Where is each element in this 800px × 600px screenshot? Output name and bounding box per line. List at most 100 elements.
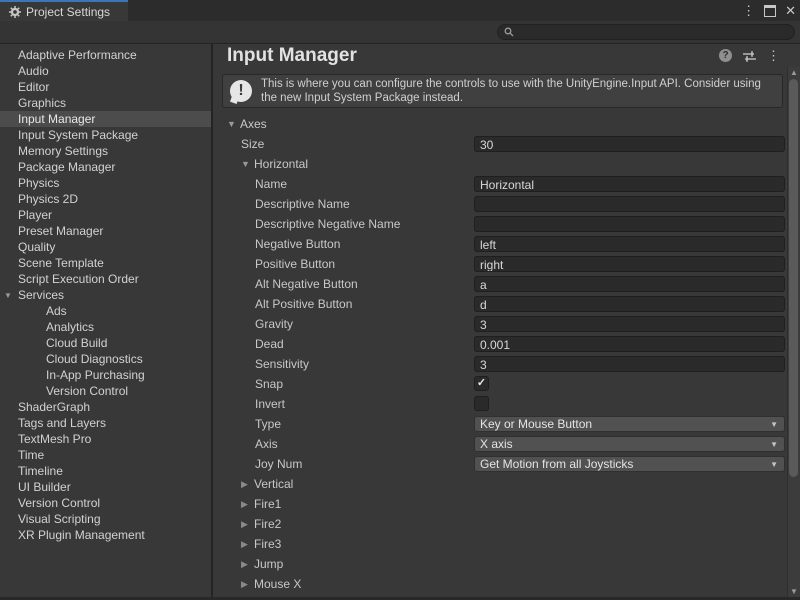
sidebar-item-textmesh-pro[interactable]: TextMesh Pro — [0, 431, 211, 447]
prop-label: Gravity — [255, 317, 293, 331]
sidebar-item-input-system-package[interactable]: Input System Package — [0, 127, 211, 143]
sidebar-item-editor[interactable]: Editor — [0, 79, 211, 95]
text-field-gravity[interactable]: 3 — [474, 316, 785, 332]
sidebar-item-version-control[interactable]: Version Control — [0, 495, 211, 511]
sidebar-item-time[interactable]: Time — [0, 447, 211, 463]
scroll-down-icon[interactable]: ▼ — [788, 587, 800, 596]
text-field-negative-button[interactable]: left — [474, 236, 785, 252]
sidebar-item-graphics[interactable]: Graphics — [0, 95, 211, 111]
sidebar-item-scene-template[interactable]: Scene Template — [0, 255, 211, 271]
text-field-descriptive-name[interactable] — [474, 196, 785, 212]
value-area: left — [474, 236, 785, 252]
tab-project-settings[interactable]: Project Settings — [0, 0, 128, 21]
sidebar-item-input-manager[interactable]: Input Manager — [0, 111, 211, 127]
maximize-icon[interactable] — [764, 5, 776, 17]
prop-label: Joy Num — [255, 457, 302, 471]
sidebar-item-label: ShaderGraph — [18, 400, 90, 414]
vertical-scrollbar[interactable]: ▲ ▼ — [787, 67, 800, 597]
row-type: TypeKey or Mouse Button▼ — [213, 414, 787, 434]
foldout-label[interactable]: Mouse X — [254, 577, 301, 591]
window-menu-icon[interactable]: ⋮ — [742, 4, 755, 17]
foldout-closed-icon[interactable]: ▶ — [241, 479, 250, 490]
foldout-label[interactable]: Fire2 — [254, 517, 281, 531]
sidebar-item-preset-manager[interactable]: Preset Manager — [0, 223, 211, 239]
dropdown-type[interactable]: Key or Mouse Button▼ — [474, 416, 785, 432]
sidebar-item-label: Memory Settings — [18, 144, 108, 158]
sidebar-item-tags-and-layers[interactable]: Tags and Layers — [0, 415, 211, 431]
prop-label: Size — [241, 137, 264, 151]
foldout-closed-icon[interactable]: ▶ — [241, 539, 250, 550]
sidebar-item-services[interactable]: ▼Services — [0, 287, 211, 303]
sidebar-item-script-execution-order[interactable]: Script Execution Order — [0, 271, 211, 287]
row-snap: Snap✓ — [213, 374, 787, 394]
sidebar-item-label: Physics 2D — [18, 192, 78, 206]
foldout-closed-icon[interactable]: ▶ — [241, 499, 250, 510]
text-field-alt-positive-button[interactable]: d — [474, 296, 785, 312]
sidebar-item-in-app-purchasing[interactable]: In-App Purchasing — [0, 367, 211, 383]
sidebar-item-ui-builder[interactable]: UI Builder — [0, 479, 211, 495]
info-box: This is where you can configure the cont… — [222, 74, 783, 108]
foldout-label[interactable]: Fire1 — [254, 497, 281, 511]
foldout-open-icon[interactable]: ▼ — [241, 159, 250, 169]
sidebar-item-adaptive-performance[interactable]: Adaptive Performance — [0, 47, 211, 63]
text-field-sensitivity[interactable]: 3 — [474, 356, 785, 372]
text-field-dead[interactable]: 0.001 — [474, 336, 785, 352]
sidebar-item-physics[interactable]: Physics — [0, 175, 211, 191]
sidebar-item-memory-settings[interactable]: Memory Settings — [0, 143, 211, 159]
sidebar-item-physics-2d[interactable]: Physics 2D — [0, 191, 211, 207]
sidebar-item-label: XR Plugin Management — [18, 528, 145, 542]
sidebar-item-cloud-build[interactable]: Cloud Build — [0, 335, 211, 351]
foldout-label[interactable]: Vertical — [254, 477, 293, 491]
text-field-descriptive-negative-name[interactable] — [474, 216, 785, 232]
sidebar-item-label: Physics — [18, 176, 59, 190]
checkbox-snap[interactable]: ✓ — [474, 376, 489, 391]
foldout-label[interactable]: Horizontal — [254, 157, 308, 171]
search-box[interactable] — [497, 24, 795, 40]
row-fire2: ▶ Fire2 — [213, 514, 787, 534]
foldout-label[interactable]: Axes — [240, 117, 267, 131]
row-axes: ▼ Axes — [213, 114, 787, 134]
foldout-closed-icon[interactable]: ▶ — [241, 579, 250, 590]
search-input[interactable] — [518, 25, 794, 39]
sidebar-item-player[interactable]: Player — [0, 207, 211, 223]
text-field-alt-negative-button[interactable]: a — [474, 276, 785, 292]
value-area — [474, 396, 785, 412]
checkbox-invert[interactable] — [474, 396, 489, 411]
foldout-closed-icon[interactable]: ▶ — [241, 559, 250, 570]
dropdown-axis[interactable]: X axis▼ — [474, 436, 785, 452]
foldout-closed-icon[interactable]: ▶ — [241, 519, 250, 530]
foldout-label[interactable]: Jump — [254, 557, 283, 571]
settings-sidebar: Adaptive PerformanceAudioEditorGraphicsI… — [0, 44, 211, 597]
sidebar-item-label: Cloud Diagnostics — [46, 352, 143, 366]
sidebar-item-analytics[interactable]: Analytics — [0, 319, 211, 335]
text-field-positive-button[interactable]: right — [474, 256, 785, 272]
close-icon[interactable]: ✕ — [785, 4, 796, 17]
sidebar-item-visual-scripting[interactable]: Visual Scripting — [0, 511, 211, 527]
presets-icon[interactable] — [743, 50, 756, 62]
sidebar-item-timeline[interactable]: Timeline — [0, 463, 211, 479]
sidebar-item-xr-plugin-management[interactable]: XR Plugin Management — [0, 527, 211, 543]
sidebar-item-label: UI Builder — [18, 480, 71, 494]
text-field-name[interactable]: Horizontal — [474, 176, 785, 192]
foldout-open-icon[interactable]: ▼ — [227, 119, 236, 129]
foldout-open-icon[interactable]: ▼ — [4, 291, 12, 300]
sidebar-item-version-control[interactable]: Version Control — [0, 383, 211, 399]
row-alt-negative-button: Alt Negative Buttona — [213, 274, 787, 294]
scrollbar-thumb[interactable] — [789, 79, 798, 477]
sidebar-item-cloud-diagnostics[interactable]: Cloud Diagnostics — [0, 351, 211, 367]
scroll-up-icon[interactable]: ▲ — [788, 68, 800, 77]
text-field-size[interactable]: 30 — [474, 136, 785, 152]
sidebar-item-ads[interactable]: Ads — [0, 303, 211, 319]
foldout-label[interactable]: Fire3 — [254, 537, 281, 551]
sidebar-item-audio[interactable]: Audio — [0, 63, 211, 79]
sidebar-item-package-manager[interactable]: Package Manager — [0, 159, 211, 175]
more-icon[interactable]: ⋮ — [767, 49, 780, 62]
gear-icon — [9, 6, 21, 18]
sidebar-item-quality[interactable]: Quality — [0, 239, 211, 255]
sidebar-item-shadergraph[interactable]: ShaderGraph — [0, 399, 211, 415]
row-dead: Dead0.001 — [213, 334, 787, 354]
sidebar-item-label: Script Execution Order — [18, 272, 139, 286]
help-icon[interactable]: ? — [719, 49, 732, 62]
dropdown-joy-num[interactable]: Get Motion from all Joysticks▼ — [474, 456, 785, 472]
prop-label: Negative Button — [255, 237, 340, 251]
